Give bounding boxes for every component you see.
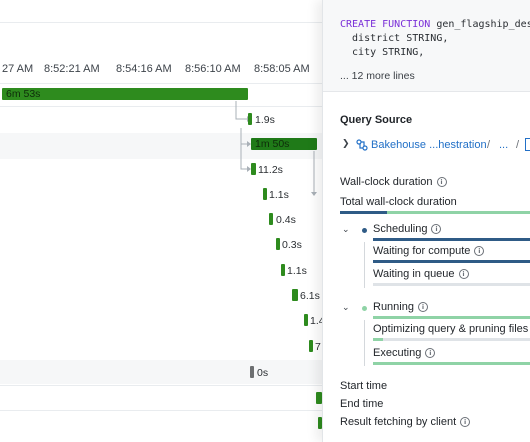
running-label: Running i: [373, 301, 428, 313]
more-lines-link[interactable]: ... 12 more lines: [340, 70, 415, 82]
wall-clock-text: Wall-clock duration: [340, 176, 433, 188]
notebook-icon[interactable]: [525, 138, 530, 151]
task-duration: 1.1s: [269, 189, 289, 201]
task-bar[interactable]: 6m 53s: [2, 88, 248, 100]
waiting-for-compute-bar: [373, 260, 530, 263]
scheduling-text: Scheduling: [373, 223, 428, 235]
result-fetching-label: Result fetching by client i: [340, 416, 471, 428]
info-icon[interactable]: i: [425, 348, 436, 358]
code-line: city STRING,: [340, 47, 425, 58]
waiting-in-queue-label: Waiting in queue i: [373, 268, 469, 280]
code-text: gen_flagship_descr: [436, 19, 530, 30]
task-bar[interactable]: [292, 289, 298, 301]
query-timeline: 27 AM 8:52:21 AM 8:54:16 AM 8:56:10 AM 8…: [0, 0, 322, 442]
query-details-panel: CREATE FUNCTION gen_flagship_descr distr…: [322, 0, 530, 442]
task-duration: 0.3s: [282, 239, 302, 251]
task-bar[interactable]: [304, 314, 308, 326]
chevron-down-icon[interactable]: ⌄: [342, 303, 350, 313]
result-fetching-text: Result fetching by client: [340, 416, 457, 428]
executing-bar: [373, 362, 530, 365]
task-bar[interactable]: [250, 366, 254, 378]
task-bar[interactable]: 1m 50s: [251, 138, 317, 150]
chevron-right-icon[interactable]: ❯: [342, 139, 350, 149]
chevron-down-icon[interactable]: ⌄: [342, 225, 350, 235]
query-source-link[interactable]: Bakehouse ...hestration: [371, 139, 487, 151]
task-bar[interactable]: [251, 163, 256, 175]
waiting-queue-text: Waiting in queue: [373, 268, 455, 280]
task-bar[interactable]: [276, 238, 280, 250]
task-bar[interactable]: [281, 264, 285, 276]
scheduling-dot: [362, 228, 367, 233]
waiting-in-queue-bar: [373, 283, 530, 286]
code-line: CREATE FUNCTION gen_flagship_descr: [340, 19, 530, 30]
task-bar[interactable]: [248, 113, 252, 125]
task-duration: 0.4s: [276, 214, 296, 226]
task-bar[interactable]: [269, 213, 273, 225]
scheduling-label: Scheduling i: [373, 223, 442, 235]
running-text: Running: [373, 301, 414, 313]
task-duration: 6.1s: [300, 290, 320, 302]
breadcrumb-ellipsis[interactable]: ...: [499, 139, 508, 151]
code-keyword: CREATE FUNCTION: [340, 19, 431, 30]
optimizing-bar-fill: [373, 338, 383, 341]
query-source-heading: Query Source: [340, 114, 413, 126]
running-dot: [362, 306, 367, 311]
task-duration: 1.4: [310, 315, 322, 327]
task-duration: 1.9s: [255, 114, 275, 126]
executing-text: Executing: [373, 347, 422, 359]
total-duration-bar-segment: [340, 211, 387, 214]
breadcrumb-separator: /: [516, 139, 520, 151]
wall-clock-duration-label: Wall-clock duration i: [340, 176, 447, 188]
task-bar[interactable]: [263, 188, 267, 200]
breadcrumb-separator: /: [487, 139, 491, 151]
executing-label: Executing i: [373, 347, 436, 359]
task-duration: 1m 50s: [255, 138, 290, 150]
running-bar: [373, 316, 530, 319]
dependency-connectors: [235, 101, 317, 196]
task-duration: 0s: [257, 367, 269, 379]
waiting-compute-text: Waiting for compute: [373, 245, 471, 257]
start-time-label: Start time: [340, 380, 388, 392]
end-time-label: End time: [340, 398, 384, 410]
info-icon[interactable]: i: [436, 177, 447, 187]
optimizing-bar: [373, 338, 530, 341]
info-icon[interactable]: i: [431, 224, 442, 234]
workflow-icon: [356, 138, 368, 156]
info-icon[interactable]: i: [417, 302, 428, 312]
total-wall-clock-label: Total wall-clock duration: [340, 196, 457, 208]
scheduling-bar: [373, 238, 530, 241]
info-icon[interactable]: i: [458, 269, 469, 279]
info-icon[interactable]: i: [474, 246, 485, 256]
task-duration: 1.1s: [287, 265, 307, 277]
tree-line: [364, 320, 365, 366]
waiting-for-compute-label: Waiting for compute i: [373, 245, 485, 257]
sql-code-preview[interactable]: CREATE FUNCTION gen_flagship_descr distr…: [323, 0, 530, 92]
task-duration: 6m 53s: [6, 88, 41, 100]
task-duration: 7: [315, 341, 321, 353]
optimizing-label: Optimizing query & pruning files: [373, 323, 529, 335]
tree-line: [364, 242, 365, 288]
info-icon[interactable]: i: [460, 417, 471, 427]
task-bar[interactable]: [309, 340, 313, 352]
task-duration: 11.2s: [258, 164, 283, 176]
code-line: district STRING,: [340, 33, 449, 44]
